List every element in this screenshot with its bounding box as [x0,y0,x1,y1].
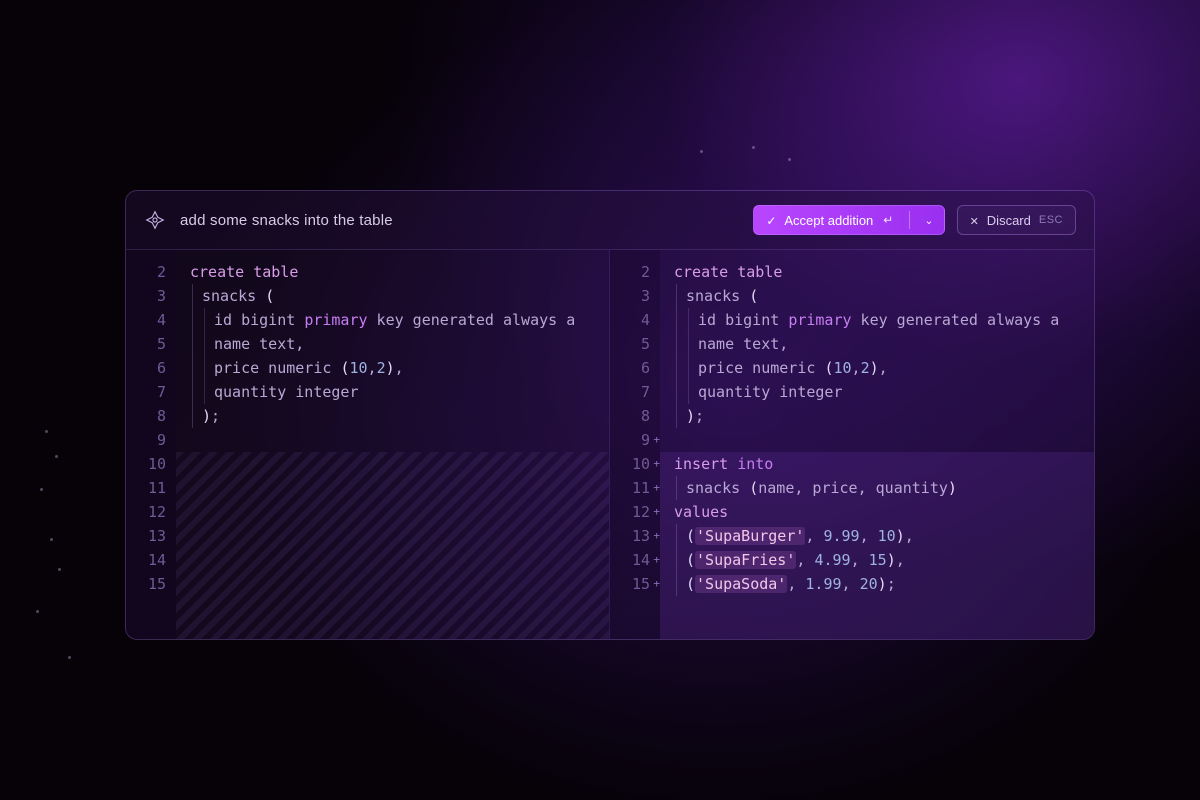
code-line[interactable]: ('SupaSoda', 1.99, 20); [674,572,1094,596]
code-line[interactable]: ); [190,404,609,428]
code-line[interactable]: name text, [190,332,609,356]
line-number: 5 [126,332,166,356]
code-original[interactable]: create tablesnacks (id bigint primary ke… [176,250,609,639]
diff-pane-modified[interactable]: 23456789101112131415 create tablesnacks … [610,250,1094,639]
code-line[interactable] [190,452,609,476]
code-line[interactable]: create table [674,260,1094,284]
line-number: 3 [126,284,166,308]
code-line[interactable] [190,572,609,596]
line-number: 12 [610,500,650,524]
chevron-down-icon[interactable]: ⌄ [924,214,933,227]
code-line[interactable] [190,524,609,548]
code-line[interactable]: ('SupaBurger', 9.99, 10), [674,524,1094,548]
code-line[interactable]: ); [674,404,1094,428]
code-line[interactable] [190,428,609,452]
line-number: 5 [610,332,650,356]
line-gutter-left: 23456789101112131415 [126,250,176,639]
line-number: 2 [610,260,650,284]
code-line[interactable]: snacks ( [674,284,1094,308]
diff-view: 23456789101112131415 create tablesnacks … [126,250,1094,639]
ai-diff-panel: add some snacks into the table Accept ad… [125,190,1095,640]
line-number: 11 [126,476,166,500]
line-number: 15 [610,572,650,596]
line-number: 14 [126,548,166,572]
code-line[interactable]: price numeric (10,2), [674,356,1094,380]
code-line[interactable] [190,548,609,572]
line-number: 10 [126,452,166,476]
line-number: 15 [126,572,166,596]
line-number: 12 [126,500,166,524]
prompt-input[interactable]: add some snacks into the table [180,212,739,229]
discard-kbd: ESC [1039,214,1063,226]
code-line[interactable]: snacks ( [190,284,609,308]
line-number: 7 [126,380,166,404]
line-number: 6 [610,356,650,380]
line-number: 6 [126,356,166,380]
code-line[interactable]: values [674,500,1094,524]
code-line[interactable]: create table [190,260,609,284]
code-line[interactable]: snacks (name, price, quantity) [674,476,1094,500]
code-line[interactable] [674,428,1094,452]
line-number: 13 [126,524,166,548]
discard-button[interactable]: Discard ESC [957,205,1076,235]
code-line[interactable]: quantity integer [190,380,609,404]
line-number: 9 [126,428,166,452]
accept-button[interactable]: Accept addition ↵ ⌄ [753,205,944,235]
code-line[interactable] [190,476,609,500]
line-number: 2 [126,260,166,284]
line-number: 13 [610,524,650,548]
code-line[interactable] [190,500,609,524]
action-buttons: Accept addition ↵ ⌄ Discard ESC [753,205,1076,235]
line-number: 8 [610,404,650,428]
line-number: 7 [610,380,650,404]
line-number: 10 [610,452,650,476]
code-line[interactable]: ('SupaFries', 4.99, 15), [674,548,1094,572]
accept-divider [909,211,910,229]
line-number: 11 [610,476,650,500]
code-line[interactable]: insert into [674,452,1094,476]
diff-pane-original[interactable]: 23456789101112131415 create tablesnacks … [126,250,610,639]
line-gutter-right: 23456789101112131415 [610,250,660,639]
line-number: 9 [610,428,650,452]
code-line[interactable]: price numeric (10,2), [190,356,609,380]
accept-label: Accept addition [784,213,873,228]
line-number: 4 [610,308,650,332]
line-number: 3 [610,284,650,308]
prompt-bar: add some snacks into the table Accept ad… [126,191,1094,250]
close-icon [970,213,979,228]
code-line[interactable]: quantity integer [674,380,1094,404]
code-line[interactable]: id bigint primary key generated always a [190,308,609,332]
code-line[interactable]: id bigint primary key generated always a [674,308,1094,332]
ai-sparkle-icon [144,209,166,231]
line-number: 14 [610,548,650,572]
accept-kbd: ↵ [883,213,893,227]
line-number: 8 [126,404,166,428]
discard-label: Discard [987,213,1031,228]
code-modified[interactable]: create tablesnacks (id bigint primary ke… [660,250,1094,639]
check-icon [766,213,776,228]
code-line[interactable]: name text, [674,332,1094,356]
line-number: 4 [126,308,166,332]
